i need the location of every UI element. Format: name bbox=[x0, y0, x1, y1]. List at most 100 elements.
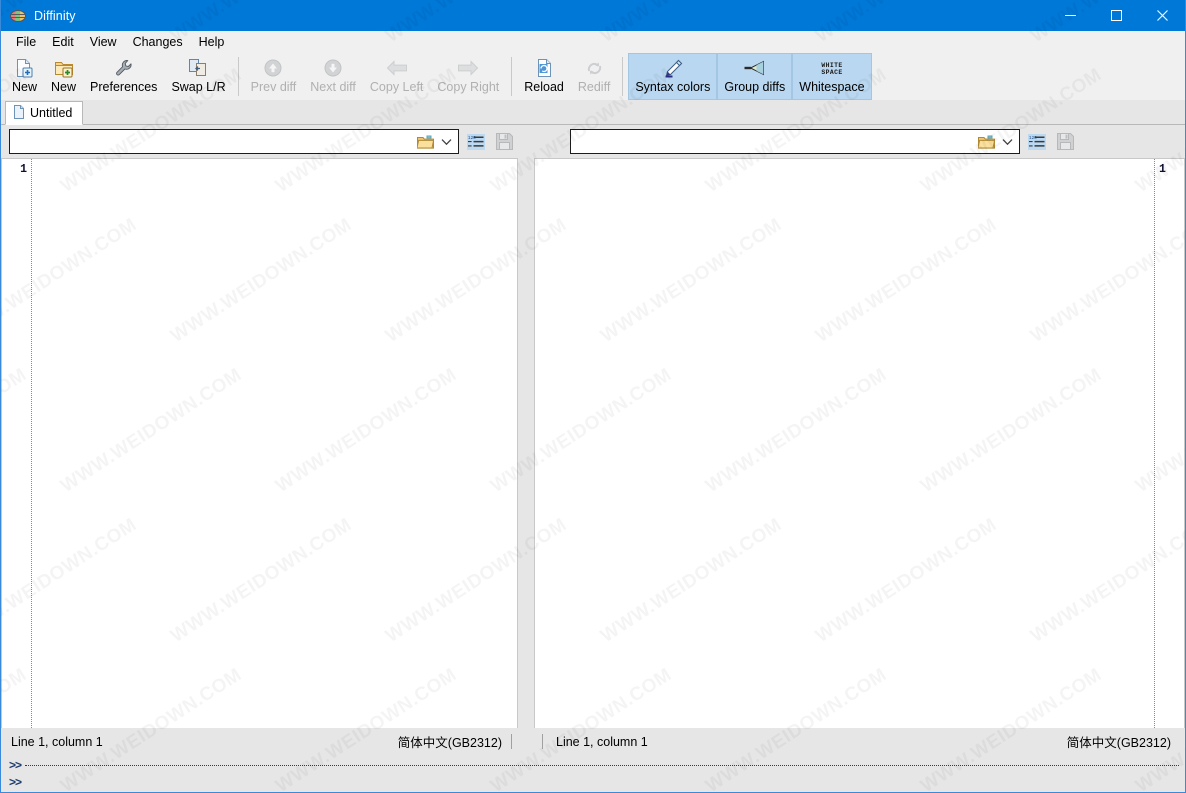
close-button[interactable] bbox=[1139, 0, 1185, 31]
toolbar-label-preferences: Preferences bbox=[90, 80, 158, 94]
title-bar[interactable]: Diffinity bbox=[1, 0, 1185, 31]
right-pane: 1 Line 1, column 1 简体中文(GB2312) bbox=[534, 158, 1185, 755]
arrow-left-icon bbox=[386, 57, 408, 79]
toolbar-label-rediff: Rediff bbox=[577, 80, 611, 94]
toolbar-button-group-diffs[interactable]: Group diffs bbox=[717, 53, 793, 100]
tab-strip: Untitled bbox=[1, 100, 1185, 125]
right-path-group: 123 bbox=[518, 129, 1076, 154]
console-prompt: >> bbox=[9, 775, 22, 789]
path-bar-row: 123 123 bbox=[1, 125, 1185, 158]
left-editor-area[interactable] bbox=[32, 159, 517, 728]
toolbar-separator bbox=[237, 57, 239, 96]
toolbar-label-reload: Reload bbox=[524, 80, 564, 94]
toolbar-label-new-file: New bbox=[12, 80, 38, 94]
left-path-combo[interactable] bbox=[9, 129, 459, 154]
toolbar-button-reload[interactable]: Reload bbox=[517, 53, 571, 100]
open-folder-icon[interactable] bbox=[975, 135, 997, 149]
left-save-button[interactable] bbox=[493, 131, 515, 153]
toolbar-button-copy-right[interactable]: Copy Right bbox=[430, 53, 506, 100]
tab-label: Untitled bbox=[30, 106, 73, 120]
pencil-icon bbox=[662, 57, 684, 79]
toolbar-button-rediff[interactable]: Rediff bbox=[571, 53, 617, 100]
console-line: >> bbox=[1, 757, 1185, 774]
right-save-button[interactable] bbox=[1054, 131, 1076, 153]
left-status-encoding[interactable]: 简体中文(GB2312) bbox=[398, 732, 502, 751]
menu-item-view[interactable]: View bbox=[82, 32, 125, 53]
group-diffs-funnel-icon bbox=[743, 57, 767, 79]
menu-item-file[interactable]: File bbox=[8, 32, 44, 53]
new-folder-icon bbox=[54, 57, 74, 79]
left-status-position: Line 1, column 1 bbox=[11, 734, 103, 749]
svg-text:SPACE: SPACE bbox=[821, 69, 842, 76]
toolbar-button-swap-lr[interactable]: Swap L/R bbox=[164, 53, 232, 100]
console-separator-rule bbox=[25, 764, 1179, 766]
console-prompt: >> bbox=[9, 758, 22, 772]
toolbar-label-copy-right: Copy Right bbox=[437, 80, 500, 94]
console-output[interactable]: >> >> bbox=[1, 755, 1185, 792]
arrow-right-icon bbox=[457, 57, 479, 79]
toolbar-label-swap-lr: Swap L/R bbox=[171, 80, 226, 94]
right-status-bar: Line 1, column 1 简体中文(GB2312) bbox=[534, 728, 1185, 755]
new-file-icon bbox=[15, 57, 34, 79]
toolbar-label-next-diff: Next diff bbox=[310, 80, 356, 94]
line-number: 1 bbox=[20, 163, 27, 176]
toolbar-button-syntax-colors[interactable]: Syntax colors bbox=[628, 53, 718, 100]
console-line: >> bbox=[1, 774, 1185, 791]
toolbar-button-new-folder[interactable]: New bbox=[44, 53, 83, 100]
rediff-refresh-icon bbox=[585, 57, 604, 79]
toolbar: New New Preferences Swap L/R Prev diff N… bbox=[1, 53, 1185, 100]
wrench-icon bbox=[114, 57, 134, 79]
menu-item-changes[interactable]: Changes bbox=[125, 32, 191, 53]
toolbar-separator bbox=[511, 57, 513, 96]
toolbar-button-new-file[interactable]: New bbox=[5, 53, 44, 100]
maximize-button[interactable] bbox=[1093, 0, 1139, 31]
right-line-number-gutter: 1 bbox=[1154, 159, 1184, 728]
menu-bar: File Edit View Changes Help bbox=[1, 31, 1185, 53]
toolbar-button-next-diff[interactable]: Next diff bbox=[303, 53, 363, 100]
diffinity-logo-icon bbox=[10, 8, 26, 24]
right-path-combo[interactable] bbox=[570, 129, 1020, 154]
toolbar-button-prev-diff[interactable]: Prev diff bbox=[244, 53, 304, 100]
menu-item-edit[interactable]: Edit bbox=[44, 32, 82, 53]
tab-untitled[interactable]: Untitled bbox=[5, 101, 84, 125]
left-line-numbers-button[interactable]: 123 bbox=[465, 131, 487, 153]
whitespace-icon: WHITE SPACE bbox=[815, 57, 849, 79]
arrow-up-circle-icon bbox=[264, 57, 282, 79]
left-pane: 1 Line 1, column 1 简体中文(GB2312) bbox=[1, 158, 518, 755]
chevron-down-icon[interactable] bbox=[436, 138, 456, 146]
app-window: Diffinity File Edit View Changes Help Ne… bbox=[0, 0, 1186, 793]
toolbar-label-whitespace: Whitespace bbox=[799, 80, 865, 94]
window-controls bbox=[1047, 0, 1185, 31]
toolbar-label-group-diffs: Group diffs bbox=[724, 80, 786, 94]
reload-file-icon bbox=[535, 57, 554, 79]
toolbar-label-new-folder: New bbox=[51, 80, 77, 94]
menu-item-help[interactable]: Help bbox=[191, 32, 233, 53]
toolbar-label-syntax-colors: Syntax colors bbox=[635, 80, 711, 94]
chevron-down-icon[interactable] bbox=[997, 138, 1017, 146]
open-folder-icon[interactable] bbox=[414, 135, 436, 149]
toolbar-separator bbox=[622, 57, 624, 96]
right-status-position: Line 1, column 1 bbox=[556, 734, 648, 749]
right-status-encoding[interactable]: 简体中文(GB2312) bbox=[1067, 732, 1171, 751]
toolbar-label-copy-left: Copy Left bbox=[369, 80, 424, 94]
toolbar-button-copy-left[interactable]: Copy Left bbox=[363, 53, 431, 100]
window-title: Diffinity bbox=[34, 8, 76, 23]
swap-left-right-icon bbox=[188, 57, 209, 79]
toolbar-button-whitespace[interactable]: WHITE SPACE Whitespace bbox=[792, 53, 872, 100]
right-pane-body: 1 bbox=[534, 158, 1185, 728]
right-line-numbers-button[interactable]: 123 bbox=[1026, 131, 1048, 153]
left-line-number-gutter: 1 bbox=[2, 159, 32, 728]
status-divider bbox=[542, 734, 543, 749]
right-path-input[interactable] bbox=[576, 131, 975, 152]
right-editor-area[interactable] bbox=[535, 159, 1154, 728]
diff-panes: 1 Line 1, column 1 简体中文(GB2312) 1 Line 1… bbox=[1, 158, 1185, 755]
line-number: 1 bbox=[1159, 163, 1166, 176]
svg-text:WHITE: WHITE bbox=[821, 62, 842, 69]
toolbar-label-prev-diff: Prev diff bbox=[250, 80, 297, 94]
left-path-input[interactable] bbox=[15, 131, 414, 152]
status-divider bbox=[511, 734, 512, 749]
pane-splitter[interactable] bbox=[518, 158, 534, 755]
toolbar-button-preferences[interactable]: Preferences bbox=[83, 53, 164, 100]
document-icon bbox=[13, 104, 25, 122]
minimize-button[interactable] bbox=[1047, 0, 1093, 31]
